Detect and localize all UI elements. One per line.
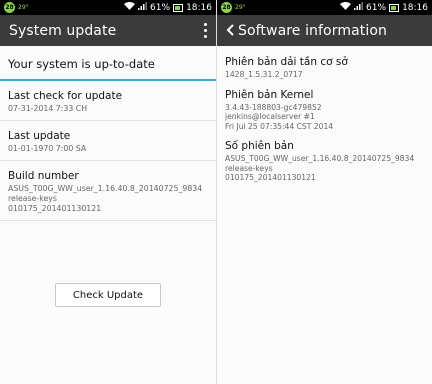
page-title: Software information — [238, 22, 387, 39]
clock: 18:16 — [402, 2, 428, 13]
item-value: 3.4.43-188803-gc479852 — [225, 102, 322, 112]
item-value: release-keys — [225, 163, 273, 173]
overflow-menu-icon[interactable] — [204, 23, 208, 38]
temperature-label: 29° — [18, 4, 29, 11]
item-label: Last update — [8, 130, 71, 142]
item-value: 07-31-2014 7:33 CH — [8, 104, 88, 113]
build-number-item: Số phiên bản ASUS_T00G_WW_user_1.16.40.8… — [217, 134, 432, 186]
item-label: Build number — [8, 170, 79, 182]
software-information-screen: 28 29° 61% 18:16 Software information Ph… — [216, 0, 432, 384]
back-arrow-icon[interactable] — [226, 23, 234, 39]
item-label: Last check for update — [8, 90, 123, 102]
signal-icon — [138, 2, 148, 13]
system-update-screen: 28 29° 61% 18:16 System update Your syst… — [0, 0, 216, 384]
check-update-button[interactable]: Check Update — [55, 283, 161, 307]
notification-badge-icon: 28 — [4, 2, 15, 13]
item-value: 010175_201401130121 — [225, 173, 316, 182]
battery-percent: 61% — [366, 2, 387, 13]
page-title: System update — [9, 22, 117, 39]
item-value: jenkins@localserver #1 — [225, 112, 315, 121]
item-value: 01-01-1970 7:00 SA — [8, 144, 87, 153]
build-number-item: Build number ASUS_T00G_WW_user_1.16.40.8… — [0, 161, 216, 221]
wifi-icon — [124, 2, 136, 13]
item-value: Fri Jul 25 07:35:44 CST 2014 — [225, 121, 334, 131]
last-update-item: Last update 01-01-1970 7:00 SA — [0, 121, 216, 161]
baseband-version-item: Phiên bản dải tần cơ sở 1428_1.5.31.2_07… — [217, 46, 432, 83]
wifi-icon — [340, 2, 352, 13]
signal-icon — [354, 2, 364, 13]
app-bar: System update — [0, 15, 216, 46]
status-bar: 28 29° 61% 18:16 — [0, 0, 216, 15]
last-check-item: Last check for update 07-31-2014 7:33 CH — [0, 81, 216, 121]
item-label: Số phiên bản — [225, 140, 294, 152]
battery-icon — [173, 3, 184, 12]
item-label: Phiên bản dải tần cơ sở — [225, 56, 348, 68]
item-value: 010175_201401130121 — [8, 204, 102, 213]
clock: 18:16 — [186, 2, 212, 13]
notification-badge-icon: 28 — [221, 2, 232, 13]
kernel-version-item: Phiên bản Kernel 3.4.43-188803-gc479852 … — [217, 83, 432, 135]
temperature-label: 29° — [235, 4, 246, 11]
battery-percent: 61% — [150, 2, 171, 13]
item-value: ASUS_T00G_WW_user_1.16.40.8_20140725_983… — [225, 154, 415, 163]
app-bar: Software information — [217, 15, 432, 46]
item-value: ASUS_T00G_WW_user_1.16.40.8_20140725_983… — [8, 184, 203, 193]
item-label: Phiên bản Kernel — [225, 88, 314, 101]
update-status-text: Your system is up-to-date — [0, 46, 216, 81]
battery-icon — [389, 3, 400, 12]
item-value: 1428_1.5.31.2_0717 — [225, 70, 303, 79]
status-bar: 28 29° 61% 18:16 — [217, 0, 432, 15]
item-value: release-keys — [8, 194, 57, 203]
